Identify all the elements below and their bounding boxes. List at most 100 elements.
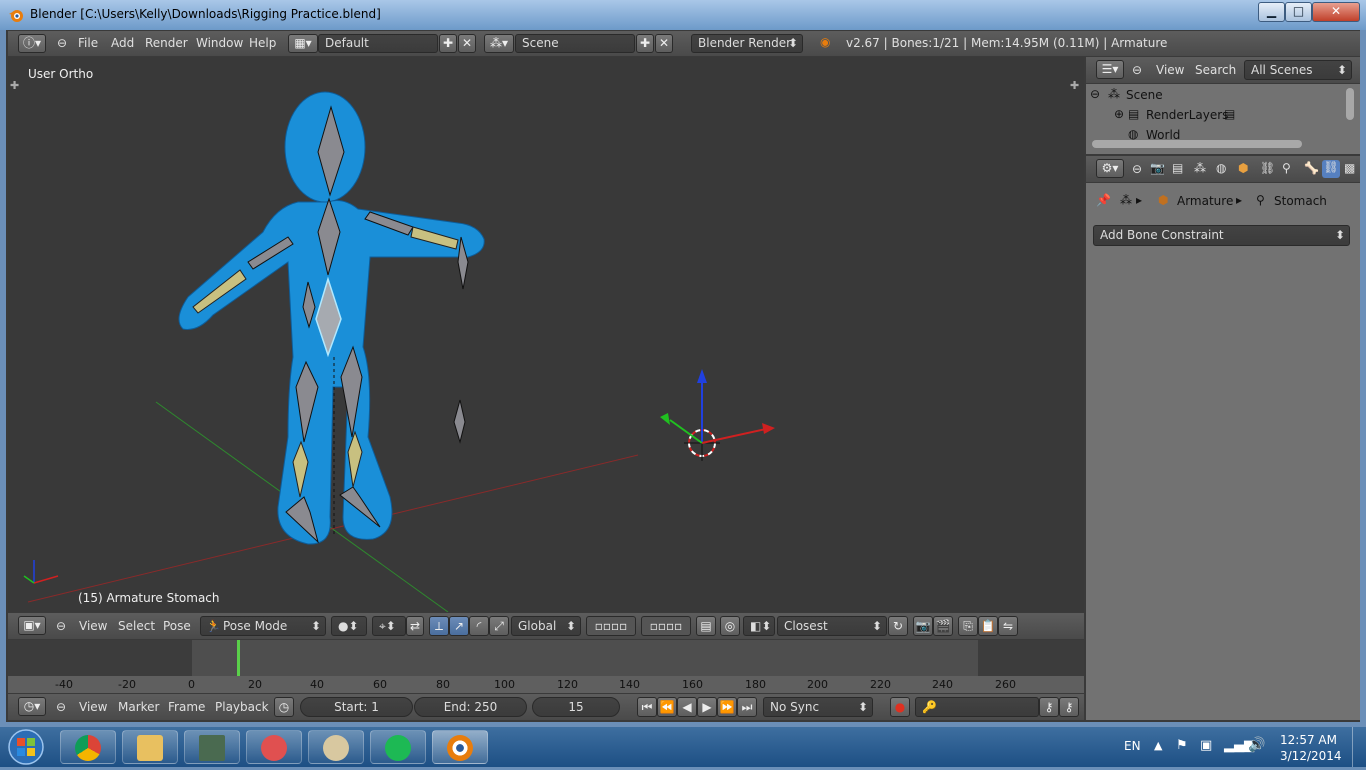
end-frame-field[interactable]: End: 250 xyxy=(414,697,527,717)
opengl-render-animation-button[interactable]: 🎬 xyxy=(933,616,953,636)
pivot-point-dropdown[interactable]: ⌖⬍ xyxy=(372,616,406,636)
show-hidden-icons[interactable]: ▲ xyxy=(1154,739,1162,752)
menu-view[interactable]: View xyxy=(79,619,107,633)
world-tab-icon[interactable]: ◍ xyxy=(1216,161,1226,175)
tree-item-scene[interactable]: Scene xyxy=(1126,88,1163,102)
menu-view[interactable]: View xyxy=(1156,63,1184,77)
next-keyframe-button[interactable]: ⏩ xyxy=(717,697,737,717)
3d-viewport[interactable]: User Ortho ✚ ✚ (15) Armature Stomach xyxy=(8,57,1084,612)
current-frame-field[interactable]: 15 xyxy=(532,697,620,717)
expand-toggle-icon[interactable]: ⊖ xyxy=(1090,87,1100,101)
play-reverse-button[interactable]: ◀ xyxy=(677,697,697,717)
volume-icon[interactable]: 🔊 xyxy=(1248,737,1265,753)
pin-icon[interactable]: 📌 xyxy=(1096,193,1111,207)
taskbar-monitor[interactable] xyxy=(184,730,240,764)
close-button[interactable]: ✕ xyxy=(1312,2,1360,22)
rotate-manipulator-button[interactable]: ◜ xyxy=(469,616,489,636)
sync-mode-dropdown[interactable]: No Sync ⬍ xyxy=(763,697,873,717)
collapse-menu-icon[interactable]: ⊖ xyxy=(1132,63,1142,77)
tree-item-renderlayers[interactable]: RenderLayers xyxy=(1146,108,1228,122)
preview-range-button[interactable]: ◷ xyxy=(274,697,294,717)
translate-manipulator-button[interactable]: ⟂ xyxy=(429,616,449,636)
screen-layout-field[interactable]: Default xyxy=(318,34,438,53)
taskbar-explorer[interactable] xyxy=(122,730,178,764)
bone-tab-icon[interactable]: 🦴 xyxy=(1304,161,1319,175)
delete-keyframe-button[interactable]: ⚷ xyxy=(1059,697,1079,717)
timeline-area[interactable] xyxy=(8,640,1084,676)
play-button[interactable]: ▶ xyxy=(697,697,717,717)
paste-pose-button[interactable]: 📋 xyxy=(978,616,998,636)
render-engine-dropdown[interactable]: Blender Render ⬍ xyxy=(691,34,803,53)
screen-layout-browse-button[interactable]: ▦▾ xyxy=(288,34,318,53)
scene-browse-button[interactable]: ⁂▾ xyxy=(484,34,514,53)
start-frame-field[interactable]: Start: 1 xyxy=(300,697,413,717)
taskbar-paint[interactable] xyxy=(308,730,364,764)
start-button[interactable] xyxy=(2,727,50,767)
insert-keyframe-button[interactable]: ⚷ xyxy=(1039,697,1059,717)
menu-playback[interactable]: Playback xyxy=(215,700,269,714)
move-manipulator-button[interactable]: ↗ xyxy=(449,616,469,636)
editor-type-properties-button[interactable]: ⚙▾ xyxy=(1096,159,1124,178)
editor-type-timeline-button[interactable]: ◷▾ xyxy=(18,697,46,716)
collapse-menu-icon[interactable]: ⊖ xyxy=(56,700,66,714)
menu-add[interactable]: Add xyxy=(111,36,134,50)
editor-type-3dview-button[interactable]: ▣▾ xyxy=(18,616,46,635)
render-tab-icon[interactable]: 📷 xyxy=(1150,161,1165,175)
editor-type-info-button[interactable]: ⓘ▾ xyxy=(18,34,46,53)
bone-layers-grid-2[interactable]: ▫▫▫▫ xyxy=(641,616,691,636)
language-indicator[interactable]: EN xyxy=(1124,739,1141,753)
transform-orientation-dropdown[interactable]: Global ⬍ xyxy=(511,616,581,636)
snap-rotation-button[interactable]: ↻ xyxy=(888,616,908,636)
add-layout-button[interactable]: ✚ xyxy=(439,34,457,53)
opengl-render-button[interactable]: 📷 xyxy=(913,616,933,636)
menu-file[interactable]: File xyxy=(78,36,98,50)
scene-tab-icon[interactable]: ⁂ xyxy=(1194,161,1206,175)
clock-time[interactable]: 12:57 AM xyxy=(1280,733,1337,747)
bone-layers-grid[interactable]: ▫▫▫▫ xyxy=(586,616,636,636)
action-center-flag-icon[interactable]: ⚑ xyxy=(1176,738,1188,753)
menu-view[interactable]: View xyxy=(79,700,107,714)
menu-window[interactable]: Window xyxy=(196,36,243,50)
collapse-menu-icon[interactable]: ⊖ xyxy=(1132,162,1142,176)
menu-marker[interactable]: Marker xyxy=(118,700,159,714)
collapse-menu-icon[interactable]: ⊖ xyxy=(57,36,67,50)
snap-target-dropdown[interactable]: Closest ⬍ xyxy=(777,616,887,636)
add-bone-constraint-dropdown[interactable]: Add Bone Constraint ⬍ xyxy=(1093,225,1350,246)
menu-pose[interactable]: Pose xyxy=(163,619,191,633)
outliner-h-scrollbar[interactable] xyxy=(1092,140,1302,148)
texture-tab-icon[interactable]: ▩ xyxy=(1344,161,1355,175)
taskbar-blender[interactable] xyxy=(432,730,488,764)
taskbar-snipping[interactable] xyxy=(246,730,302,764)
keying-set-field[interactable]: 🔑 xyxy=(915,697,1039,717)
copy-pose-button[interactable]: ⎘ xyxy=(958,616,978,636)
collapse-menu-icon[interactable]: ⊖ xyxy=(56,619,66,633)
maximize-button[interactable]: □ xyxy=(1285,2,1312,22)
auto-keying-button[interactable]: ● xyxy=(890,697,910,717)
constraints-tab-icon[interactable]: ⛓ xyxy=(1260,161,1275,175)
snap-element-dropdown[interactable]: ◧⬍ xyxy=(743,616,775,636)
outliner-display-mode-dropdown[interactable]: All Scenes ⬍ xyxy=(1244,60,1352,80)
jump-end-button[interactable]: ⏭ xyxy=(737,697,757,717)
menu-frame[interactable]: Frame xyxy=(168,700,205,714)
taskbar-chrome[interactable] xyxy=(60,730,116,764)
viewport-shading-dropdown[interactable]: ●⬍ xyxy=(331,616,367,636)
jump-start-button[interactable]: ⏮ xyxy=(637,697,657,717)
pose-lock-button[interactable]: ▤ xyxy=(696,616,716,636)
remove-scene-button[interactable]: ✕ xyxy=(655,34,673,53)
expand-toggle-icon[interactable]: ⊕ xyxy=(1114,107,1124,121)
scene-field[interactable]: Scene xyxy=(515,34,635,53)
prev-keyframe-button[interactable]: ⏪ xyxy=(657,697,677,717)
clock-date[interactable]: 3/12/2014 xyxy=(1280,749,1342,763)
manipulator-toggle-button[interactable]: ⇄ xyxy=(406,616,424,636)
device-icon[interactable]: ▣ xyxy=(1200,738,1212,753)
add-scene-button[interactable]: ✚ xyxy=(636,34,654,53)
scale-manipulator-button[interactable]: ⤢ xyxy=(489,616,509,636)
outliner-v-scrollbar[interactable] xyxy=(1346,88,1354,120)
timeline-ruler[interactable]: -40 -20 0 20 40 60 80 100 120 140 160 18… xyxy=(8,676,1084,693)
object-tab-icon[interactable]: ⬢ xyxy=(1238,161,1248,175)
current-frame-indicator[interactable] xyxy=(237,640,240,676)
bone-constraints-tab-icon[interactable]: ⛓ xyxy=(1322,160,1340,178)
menu-render[interactable]: Render xyxy=(145,36,188,50)
show-desktop-button[interactable] xyxy=(1352,727,1366,767)
minimize-button[interactable]: ▁ xyxy=(1258,2,1285,22)
